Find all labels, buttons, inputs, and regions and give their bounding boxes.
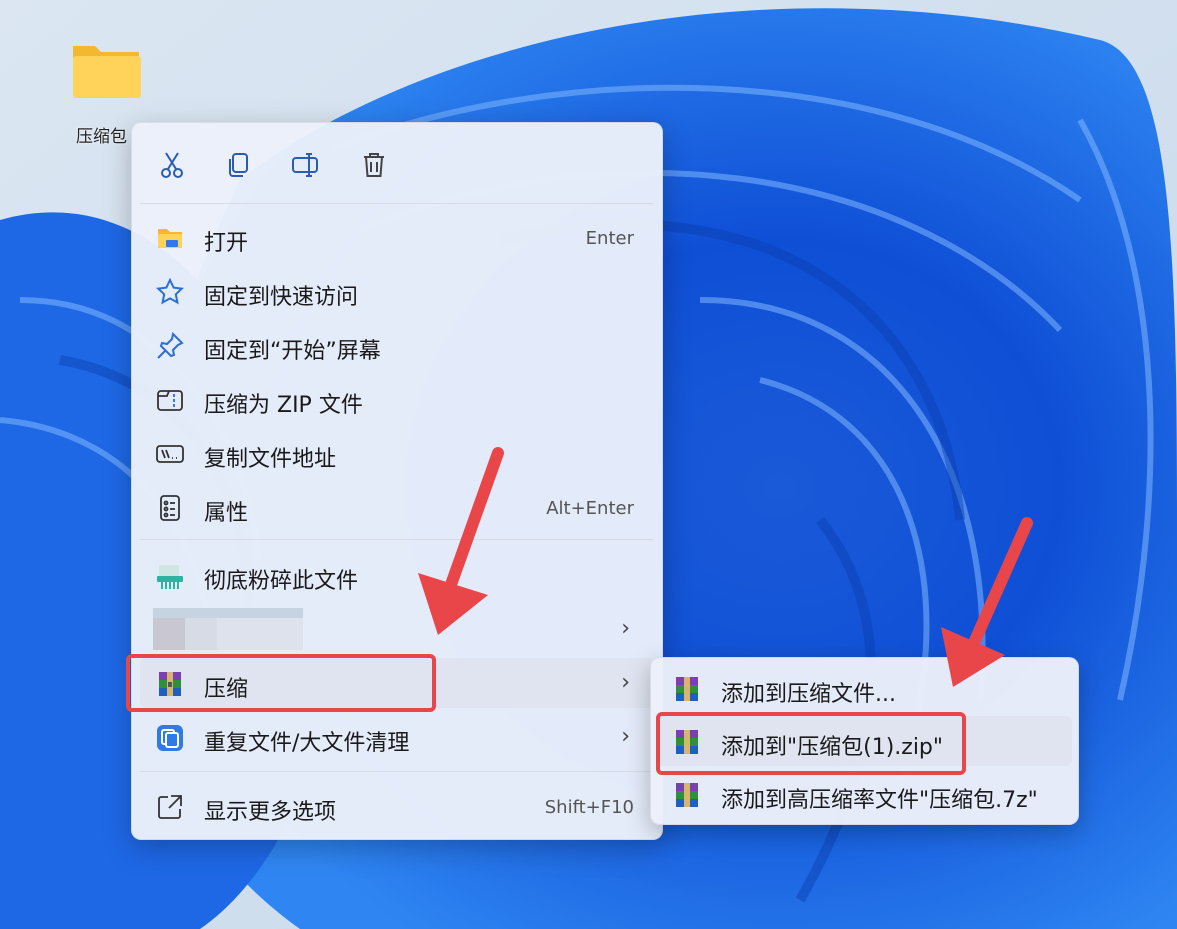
folder-label: 压缩包 <box>76 127 127 147</box>
menu-item-label: 重复文件/大文件清理 <box>204 731 410 756</box>
menu-item-compress-zip[interactable]: 压缩为 ZIP 文件 <box>140 374 654 424</box>
chevron-right-icon: › <box>621 616 630 641</box>
desktop-folder[interactable]: 压缩包 <box>66 40 146 147</box>
submenu-item-add-7z[interactable]: 添加到高压缩率文件"压缩包.7z" <box>657 769 1072 819</box>
annotation-arrow-left <box>418 447 504 635</box>
more-options-icon <box>158 795 182 819</box>
folder-open-icon <box>158 229 182 248</box>
divider <box>140 771 654 772</box>
menu-toolbar <box>132 123 662 203</box>
menu-item-label: 固定到“开始”屏幕 <box>204 339 381 364</box>
annotation-arrow-right <box>941 517 1033 687</box>
chevron-right-icon: › <box>621 724 630 749</box>
menu-item-properties[interactable]: 属性 Alt+Enter <box>140 482 654 532</box>
delete-button[interactable] <box>354 145 394 185</box>
menu-item-dedupe[interactable]: 重复文件/大文件清理 › <box>140 712 654 762</box>
menu-item-label: 属性 <box>204 501 249 526</box>
menu-item-label: 复制文件地址 <box>204 447 337 472</box>
submenu-item-label: 添加到压缩文件... <box>721 682 896 707</box>
menu-item-label: 显示更多选项 <box>204 800 337 825</box>
rename-button[interactable] <box>286 145 326 185</box>
submenu-item-label: 添加到高压缩率文件"压缩包.7z" <box>721 788 1038 813</box>
shortcut-label: Shift+F10 <box>544 797 634 818</box>
shortcut-label: Alt+Enter <box>546 498 634 519</box>
context-menu: 打开 Enter 固定到快速访问 固定到“开始”屏幕 压缩为 ZIP 文件 复制… <box>131 122 663 840</box>
cut-icon <box>161 152 183 178</box>
dedupe-icon <box>157 725 183 751</box>
delete-icon <box>364 153 384 177</box>
winrar-icon <box>676 783 698 807</box>
star-icon <box>156 278 184 305</box>
blurred-item-icon <box>153 608 303 650</box>
menu-item-pin-start[interactable]: 固定到“开始”屏幕 <box>140 320 654 370</box>
menu-item-pin-quick-access[interactable]: 固定到快速访问 <box>140 266 654 316</box>
pin-icon <box>157 332 184 359</box>
divider <box>140 203 654 204</box>
menu-item-copy-path[interactable]: 复制文件地址 <box>140 428 654 478</box>
shredder-icon <box>157 565 183 589</box>
copy-icon <box>229 153 248 177</box>
highlight-box-add-zip <box>656 712 966 775</box>
highlight-box-compress <box>126 654 436 712</box>
zip-icon <box>157 390 183 411</box>
path-icon <box>156 445 184 463</box>
menu-item-blurred[interactable]: › <box>140 604 654 654</box>
winrar-icon <box>676 677 698 701</box>
copy-button[interactable] <box>219 145 259 185</box>
folder-icon <box>69 40 143 100</box>
chevron-right-icon: › <box>621 670 630 695</box>
menu-item-label: 固定到快速访问 <box>204 285 359 310</box>
menu-item-label: 压缩为 ZIP 文件 <box>204 393 363 418</box>
menu-item-more-options[interactable]: 显示更多选项 Shift+F10 <box>140 781 654 831</box>
properties-icon <box>160 495 180 521</box>
rename-icon <box>292 153 318 177</box>
shortcut-label: Enter <box>585 228 634 249</box>
menu-item-label: 彻底粉碎此文件 <box>204 569 359 594</box>
menu-item-open[interactable]: 打开 Enter <box>140 212 654 262</box>
menu-item-label: 打开 <box>204 231 249 256</box>
cut-button[interactable] <box>152 145 192 185</box>
menu-item-shred[interactable]: 彻底粉碎此文件 <box>140 550 654 600</box>
divider <box>140 539 654 540</box>
